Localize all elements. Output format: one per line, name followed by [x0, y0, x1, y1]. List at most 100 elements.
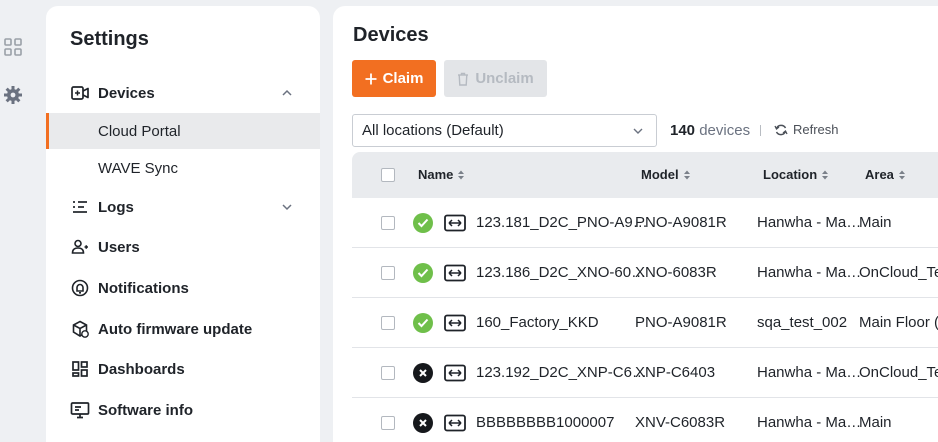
- sort-icon: [822, 170, 829, 179]
- nav-subitem-cloud-portal[interactable]: Cloud Portal: [46, 113, 320, 149]
- status-offline-icon: [413, 363, 433, 383]
- status-online-icon: [413, 213, 433, 233]
- device-model: PNO-A9081R: [635, 314, 727, 331]
- camera-icon: [444, 364, 466, 382]
- camera-icon: [444, 214, 466, 232]
- chevron-down-icon: [282, 204, 292, 211]
- device-location: sqa_test_002: [757, 314, 848, 331]
- devices-panel: Devices Claim Unclaim All locations (Def…: [333, 6, 938, 442]
- claim-button[interactable]: Claim: [352, 60, 436, 97]
- refresh-icon: [774, 124, 788, 135]
- nav-subitem-label: WAVE Sync: [98, 159, 179, 177]
- device-location: Hanwha - Ma…: [757, 264, 862, 281]
- camera-icon: [444, 414, 466, 432]
- device-location: Hanwha - Ma…: [757, 414, 862, 431]
- status-online-icon: [413, 263, 433, 283]
- nav-item-label: Software info: [98, 401, 194, 419]
- notifications-icon: [70, 278, 90, 298]
- table-row[interactable]: 123.186_D2C_XNO-60… XNO-6083R Hanwha - M…: [352, 248, 938, 298]
- refresh-label: Refresh: [793, 122, 839, 137]
- nav-item-auto-firmware-update[interactable]: Auto firmware update: [46, 311, 320, 347]
- device-count-unit: devices: [699, 122, 751, 139]
- nav-item-label: Notifications: [98, 279, 189, 297]
- row-checkbox[interactable]: [381, 416, 395, 430]
- sort-icon: [683, 170, 690, 179]
- row-checkbox[interactable]: [381, 216, 395, 230]
- nav-item-users[interactable]: Users: [46, 229, 320, 265]
- nav-subitem-wave-sync[interactable]: WAVE Sync: [46, 150, 320, 186]
- camera-icon: [444, 314, 466, 332]
- dashboards-icon: [70, 359, 90, 379]
- device-location: Hanwha - Ma…: [757, 364, 862, 381]
- page-title: Devices: [353, 24, 429, 46]
- claim-label: Claim: [382, 70, 424, 87]
- location-select[interactable]: All locations (Default): [352, 114, 657, 147]
- status-offline-icon: [413, 413, 433, 433]
- status-online-icon: [413, 313, 433, 333]
- gear-icon[interactable]: [3, 85, 23, 105]
- users-icon: [70, 237, 90, 257]
- left-rail: [0, 0, 30, 442]
- device-count: 140 devices: [670, 122, 750, 139]
- nav-item-label: Dashboards: [98, 360, 185, 378]
- sort-icon: [458, 170, 465, 179]
- device-model: XNO-6083R: [635, 264, 717, 281]
- table-row[interactable]: 123.181_D2C_PNO-A9… PNO-A9081R Hanwha - …: [352, 198, 938, 248]
- table-row[interactable]: BBBBBBBB1000007 XNV-C6083R Hanwha - Ma… …: [352, 398, 938, 442]
- apps-grid-icon[interactable]: [3, 37, 23, 57]
- nav-subitem-label: Cloud Portal: [98, 122, 181, 140]
- device-model: XNV-C6083R: [635, 414, 726, 431]
- logs-icon: [70, 197, 90, 217]
- chevron-down-icon: [633, 128, 643, 134]
- column-header-model[interactable]: Model: [641, 167, 691, 182]
- nav-item-dashboards[interactable]: Dashboards: [46, 351, 320, 387]
- table-header: Name Model Location Area: [352, 152, 938, 198]
- device-model: XNP-C6403: [635, 364, 716, 381]
- device-name[interactable]: BBBBBBBB1000007: [476, 414, 614, 431]
- software-info-icon: [70, 400, 90, 420]
- chevron-up-icon: [282, 89, 292, 96]
- column-header-area[interactable]: Area: [865, 167, 906, 182]
- nav-item-notifications[interactable]: Notifications: [46, 270, 320, 306]
- camera-icon: [444, 264, 466, 282]
- nav-item-label: Users: [98, 238, 140, 256]
- device-name[interactable]: 123.192_D2C_XNP-C6…: [476, 364, 647, 381]
- row-checkbox[interactable]: [381, 266, 395, 280]
- row-checkbox[interactable]: [381, 316, 395, 330]
- device-area: Main Floor (: [859, 314, 938, 331]
- device-area: OnCloud_Te: [859, 364, 938, 381]
- unclaim-label: Unclaim: [475, 70, 534, 87]
- plus-icon: [365, 73, 377, 84]
- location-select-value: All locations (Default): [362, 122, 504, 139]
- table-row[interactable]: 160_Factory_KKD PNO-A9081R sqa_test_002 …: [352, 298, 938, 348]
- nav-item-label: Auto firmware update: [98, 320, 253, 338]
- device-name[interactable]: 123.181_D2C_PNO-A9…: [476, 214, 648, 231]
- column-header-name[interactable]: Name: [418, 167, 465, 182]
- device-name[interactable]: 123.186_D2C_XNO-60…: [476, 264, 646, 281]
- divider: [760, 125, 761, 136]
- device-count-number: 140: [670, 122, 696, 139]
- settings-title: Settings: [70, 28, 149, 50]
- settings-panel: Settings Devices Cloud Portal WAVE Sync …: [46, 6, 320, 442]
- refresh-button[interactable]: Refresh: [774, 122, 839, 137]
- trash-icon: [458, 72, 469, 86]
- device-area: Main: [859, 414, 892, 431]
- table-row[interactable]: 123.192_D2C_XNP-C6… XNP-C6403 Hanwha - M…: [352, 348, 938, 398]
- nav-item-devices[interactable]: Devices: [46, 75, 320, 111]
- nav-item-software-info[interactable]: Software info: [46, 392, 320, 428]
- unclaim-button[interactable]: Unclaim: [444, 60, 547, 97]
- camera-add-icon: [70, 83, 90, 103]
- device-model: PNO-A9081R: [635, 214, 727, 231]
- firmware-update-icon: [70, 319, 90, 339]
- nav-item-label: Devices: [98, 84, 155, 102]
- column-header-location[interactable]: Location: [763, 167, 829, 182]
- select-all-checkbox[interactable]: [381, 168, 395, 182]
- sort-icon: [898, 170, 905, 179]
- device-location: Hanwha - Ma…: [757, 214, 862, 231]
- nav-item-label: Logs: [98, 198, 134, 216]
- row-checkbox[interactable]: [381, 366, 395, 380]
- device-name[interactable]: 160_Factory_KKD: [476, 314, 599, 331]
- device-area: Main: [859, 214, 892, 231]
- nav-item-logs[interactable]: Logs: [46, 189, 320, 225]
- device-area: OnCloud_Te: [859, 264, 938, 281]
